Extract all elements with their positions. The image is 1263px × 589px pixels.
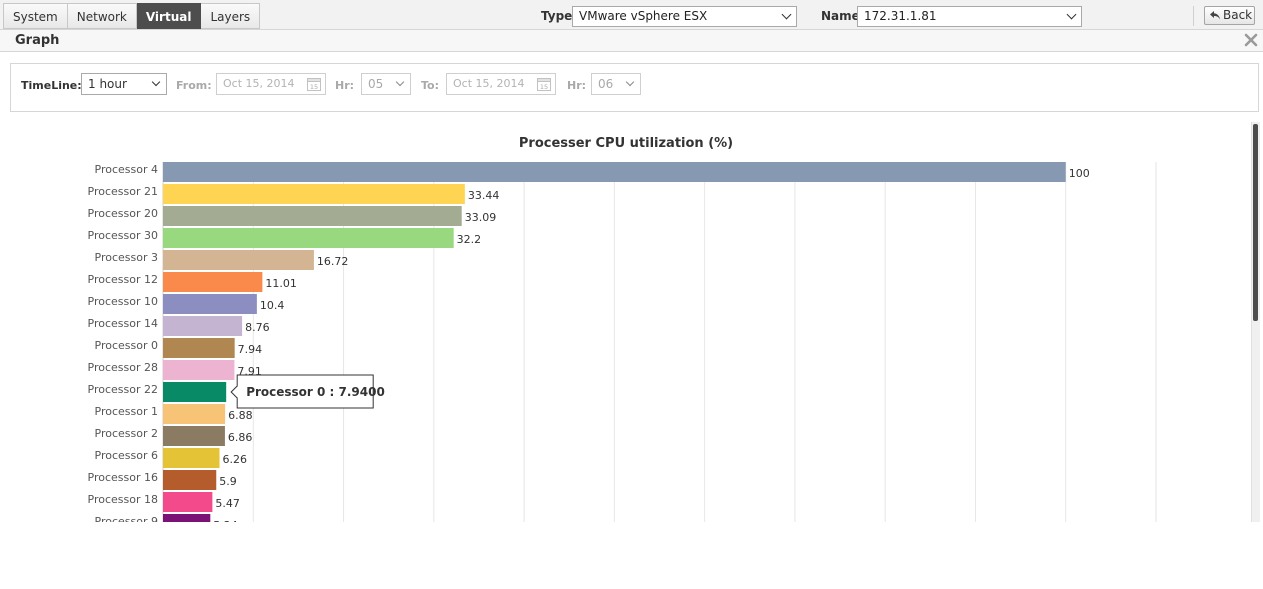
chart-bar[interactable]: [163, 514, 211, 522]
chart-bar[interactable]: [163, 294, 257, 314]
chart-tooltip: Processor 0 : 7.9400: [230, 374, 385, 409]
from-hr-label: Hr:: [335, 79, 355, 92]
category-label: Processor 18: [88, 493, 158, 506]
top-toolbar: System Network Virtual Layers Type VMwar…: [0, 0, 1263, 30]
chart-bar[interactable]: [163, 448, 220, 468]
type-select[interactable]: VMware vSphere ESX: [572, 6, 797, 27]
to-hour-select[interactable]: 06: [591, 73, 641, 95]
to-label: To:: [421, 79, 439, 92]
from-hour-value: 05: [368, 77, 384, 91]
chart-bar[interactable]: [163, 404, 226, 424]
chart-bar[interactable]: [163, 250, 314, 270]
tab-layers[interactable]: Layers: [201, 3, 261, 29]
category-label: Processor 30: [88, 229, 158, 242]
timeline-select[interactable]: 1 hour: [81, 73, 167, 95]
chart-bar[interactable]: [163, 470, 217, 490]
from-date-input[interactable]: Oct 15, 2014 15: [216, 73, 326, 95]
category-label: Processor 20: [88, 207, 158, 220]
tooltip-text: Processor 0 : 7.9400: [246, 385, 385, 399]
bar-value-label: 6.86: [228, 431, 253, 444]
category-label: Processor 28: [88, 361, 158, 374]
category-label: Processor 10: [88, 295, 158, 308]
toolbar-divider: [1193, 6, 1194, 26]
from-hour-select[interactable]: 05: [361, 73, 411, 95]
chart-bar[interactable]: [163, 272, 263, 292]
category-label: Processor 4: [95, 163, 158, 176]
tab-network[interactable]: Network: [67, 3, 137, 29]
type-label: Type: [541, 9, 573, 23]
graph-panel-header: Graph: [0, 30, 1263, 52]
chevron-down-icon: [625, 77, 635, 87]
bar-value-label: 6.26: [223, 453, 248, 466]
cpu-utilization-chart: Processer CPU utilization (%) Processor 4…: [88, 136, 1157, 522]
chart-scrollbar-thumb[interactable]: [1253, 124, 1258, 321]
view-tabs: System Network Virtual Layers: [3, 3, 261, 29]
to-date-value: Oct 15, 2014: [453, 77, 525, 90]
chart-bar[interactable]: [163, 228, 454, 248]
bar-value-label: 100: [1069, 167, 1090, 180]
category-label: Processor 6: [95, 449, 158, 462]
back-button[interactable]: Back: [1204, 6, 1255, 25]
timeline-label: TimeLine:: [21, 79, 82, 92]
bar-value-label: 10.4: [260, 299, 285, 312]
close-icon[interactable]: [1244, 33, 1258, 47]
chart-bar[interactable]: [163, 184, 465, 204]
back-button-label: Back: [1223, 8, 1253, 22]
name-label: Name: [821, 9, 860, 23]
chart-title: Processer CPU utilization (%): [519, 136, 733, 151]
chart-bar[interactable]: [163, 360, 235, 380]
chart-bar[interactable]: [163, 206, 462, 226]
calendar-icon-text: 15: [540, 83, 548, 91]
category-label: Processor 12: [88, 273, 158, 286]
chevron-down-icon: [1066, 9, 1077, 20]
bar-value-label: 7.94: [238, 343, 263, 356]
chart-bar[interactable]: [163, 492, 213, 512]
category-label: Processor 3: [95, 251, 158, 264]
chart-container: Processer CPU utilization (%) Processor 4…: [0, 120, 1263, 522]
name-select-value: 172.31.1.81: [864, 9, 937, 23]
tab-virtual[interactable]: Virtual: [136, 3, 202, 29]
from-label: From:: [176, 79, 212, 92]
bar-value-label: 5.9: [219, 475, 237, 488]
category-label: Processor 9: [95, 515, 158, 522]
chart-bar[interactable]: [163, 162, 1066, 182]
to-hour-value: 06: [598, 77, 614, 91]
timeline-select-value: 1 hour: [88, 77, 127, 91]
category-label: Processor 2: [95, 427, 158, 440]
bar-value-label: 16.72: [317, 255, 349, 268]
category-label: Processor 16: [88, 471, 158, 484]
bar-value-label: 33.44: [468, 189, 500, 202]
to-date-input[interactable]: Oct 15, 2014 15: [446, 73, 556, 95]
chart-bar[interactable]: [163, 338, 235, 358]
name-select[interactable]: 172.31.1.81: [857, 6, 1082, 27]
type-select-value: VMware vSphere ESX: [579, 9, 708, 23]
chevron-down-icon: [151, 77, 161, 87]
bar-value-label: 8.76: [245, 321, 270, 334]
bar-value-label: 33.09: [465, 211, 497, 224]
calendar-icon[interactable]: 15: [306, 76, 322, 92]
bar-value-label: 32.2: [457, 233, 482, 246]
calendar-icon-text: 15: [310, 83, 318, 91]
tab-system[interactable]: System: [3, 3, 68, 29]
timeline-panel: TimeLine: 1 hour From: Oct 15, 2014 15 H…: [10, 63, 1259, 112]
bar-value-label: 5.47: [215, 497, 240, 510]
chevron-down-icon: [781, 9, 792, 20]
chart-bar[interactable]: [163, 316, 243, 336]
calendar-icon[interactable]: 15: [536, 76, 552, 92]
graph-panel-title: Graph: [15, 33, 60, 48]
category-label: Processor 22: [88, 383, 158, 396]
bar-value-label: 5.24: [213, 519, 238, 522]
reply-arrow-icon: [1210, 11, 1220, 20]
from-date-value: Oct 15, 2014: [223, 77, 295, 90]
category-label: Processor 0: [95, 339, 158, 352]
chart-bar[interactable]: [163, 382, 227, 402]
chevron-down-icon: [395, 77, 405, 87]
chart-bar[interactable]: [163, 426, 225, 446]
category-label: Processor 1: [95, 405, 158, 418]
category-label: Processor 21: [88, 185, 158, 198]
bar-value-label: 11.01: [265, 277, 297, 290]
to-hr-label: Hr:: [567, 79, 587, 92]
category-label: Processor 14: [88, 317, 158, 330]
bar-value-label: 6.88: [228, 409, 253, 422]
